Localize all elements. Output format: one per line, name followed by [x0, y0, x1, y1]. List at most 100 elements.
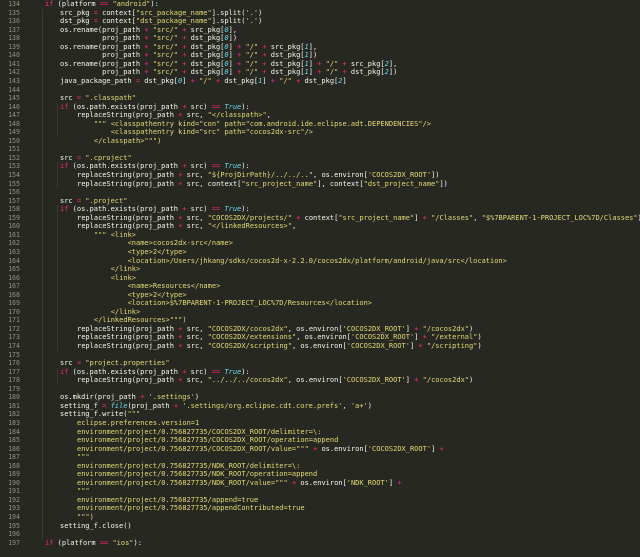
code-line[interactable]: 158 if (os.path.exists(proj_path + src) =…	[0, 205, 640, 214]
code-line[interactable]: 183 eclipse.preferences.version=1	[0, 419, 640, 428]
code-token: )	[258, 17, 263, 26]
code-line[interactable]: 155 replaceString(proj_path + src, contex…	[0, 180, 640, 189]
code-line[interactable]: 178 replaceString(proj_path + src, "../..…	[0, 376, 640, 385]
code-token: src,	[182, 376, 208, 385]
code-token: src	[60, 94, 77, 103]
code-line[interactable]: 172 replaceString(proj_path + src, "COCOS…	[0, 325, 640, 334]
code-token: dst_pkg[	[266, 59, 305, 68]
code-token: "COCOS2DX/extensions"	[207, 333, 297, 342]
line-number: 151	[8, 145, 20, 154]
code-line[interactable]: 151	[0, 145, 640, 154]
code-line[interactable]: 192 environment/project/0.756827735/appen…	[0, 496, 640, 505]
code-token: (os.path.exists(proj_path	[68, 102, 183, 111]
code-token: </link>	[77, 307, 141, 316]
code-line[interactable]: 188 environment/project/0.756827735/NDK_R…	[0, 462, 640, 471]
code-line[interactable]: 161 """ <link>	[0, 231, 640, 240]
code-line[interactable]: 149 <classpathentry kind="src" path="coc…	[0, 128, 640, 137]
code-line[interactable]: 142 proj_path + "src/" + dst_pkg[0] + "/…	[0, 68, 640, 77]
code-editor[interactable]: 134 if (platform == "android"): 135 src_pkg…	[0, 0, 640, 557]
code-line[interactable]: 186 environment/project/0.756827735/COCOS…	[0, 445, 640, 454]
code-line[interactable]: 157 src = ".project"	[0, 197, 640, 206]
code-line[interactable]: 148 """ <classpathentry kind="con" path=…	[0, 120, 640, 129]
code-line[interactable]: 159 replaceString(proj_path + src, "COCOS…	[0, 214, 640, 223]
code-line[interactable]: 141 os.rename(proj_path + "src/" + dst_pk…	[0, 60, 640, 69]
code-line[interactable]: 187 """	[0, 453, 640, 462]
code-line[interactable]: 144	[0, 86, 640, 95]
code-line[interactable]: 194 """)	[0, 513, 640, 522]
code-line[interactable]: 181 setting_f = file(proj_path + '.settin…	[0, 402, 640, 411]
code-line[interactable]: 165 </link>	[0, 265, 640, 274]
code-line[interactable]: 160 replaceString(proj_path + src, "</lin…	[0, 222, 640, 231]
code-line[interactable]: 175	[0, 351, 640, 360]
code-line[interactable]: 152 src = ".cproject"	[0, 154, 640, 163]
code-token: setting_f.close()	[60, 521, 132, 530]
code-line[interactable]: 135 src_pkg = context["src_package_name"]…	[0, 9, 640, 18]
code-line[interactable]: 197 if (platform == "ios"):	[0, 539, 640, 548]
code-line[interactable]: 166 <link>	[0, 274, 640, 283]
code-line[interactable]: 146 if (os.path.exists(proj_path + src) =…	[0, 103, 640, 112]
code-area[interactable]: 134 if (platform == "android"): 135 src_pkg…	[0, 0, 640, 557]
code-line[interactable]: 191 """	[0, 487, 640, 496]
code-line[interactable]: 176 src = "project.properties"	[0, 359, 640, 368]
line-number: 166	[8, 273, 20, 282]
code-line[interactable]: 170 </link>	[0, 308, 640, 317]
code-line[interactable]: 134 if (platform == "android"):	[0, 0, 640, 9]
code-token: (os.path.exists(proj_path	[68, 162, 183, 171]
code-line[interactable]: 150 </classpath>""")	[0, 137, 640, 146]
line-content: <classpathentry kind="src" path="cocos2d…	[77, 128, 313, 137]
code-line[interactable]: 174 replaceString(proj_path + src, "COCOS…	[0, 342, 640, 351]
line-number: 183	[8, 418, 20, 427]
code-line[interactable]: 138 proj_path + "src/" + dst_pkg[0])	[0, 34, 640, 43]
code-line[interactable]: 185 environment/project/0.756827735/COCOS…	[0, 436, 640, 445]
code-line[interactable]: 162 <name>cocos2dx-src</name>	[0, 239, 640, 248]
code-line[interactable]: 173 replaceString(proj_path + src, "COCOS…	[0, 333, 640, 342]
code-line[interactable]: 169 <location>$%7BPARENT-1-PROJECT_LOC%7…	[0, 299, 640, 308]
code-line[interactable]: 184 environment/project/0.756827735/COCOS…	[0, 428, 640, 437]
line-number: 164	[8, 256, 20, 265]
code-token: 'COCOS2DX_ROOT'	[346, 342, 410, 350]
line-number: 141	[8, 59, 20, 68]
code-line[interactable]: 163 <type>2</type>	[0, 248, 640, 257]
code-token: )	[477, 342, 482, 350]
code-line[interactable]: 145 src = ".classpath"	[0, 94, 640, 103]
code-line[interactable]: 147 replaceString(proj_path + src, "</cla…	[0, 111, 640, 120]
code-line[interactable]: 195 setting_f.close()	[0, 522, 640, 531]
code-token: proj_path	[60, 68, 145, 77]
code-line[interactable]: 193 environment/project/0.756827735/appen…	[0, 504, 640, 513]
code-line[interactable]: 179	[0, 385, 640, 394]
code-token: "src/"	[152, 25, 179, 34]
code-token: ],	[388, 59, 398, 68]
code-line[interactable]: 180 os.mkdir(proj_path + '.settings')	[0, 393, 640, 402]
code-line[interactable]: 139 os.rename(proj_path + "src/" + dst_pk…	[0, 43, 640, 52]
code-token: "COCOS2DX/cocos2dx"	[207, 324, 288, 333]
code-token: ])	[431, 171, 440, 179]
line-content: </linkedResources>""")	[77, 316, 187, 325]
code-token: '.settings/org.eclipse.cdt.core.prefs'	[182, 401, 343, 410]
code-line[interactable]: 177 if (os.path.exists(proj_path + src) =…	[0, 368, 640, 377]
code-line[interactable]: 196	[0, 530, 640, 539]
code-line[interactable]: 136 dst_pkg = context["dst_package_name"]…	[0, 17, 640, 26]
code-token: dst_pkg[	[186, 34, 225, 43]
code-token: "/"	[245, 68, 259, 77]
code-line[interactable]: 140 proj_path + "src/" + dst_pkg[0] + "/…	[0, 51, 640, 60]
code-line[interactable]: 182 setting_f.write("""	[0, 410, 640, 419]
code-token: "/"	[325, 59, 339, 68]
code-line[interactable]: 153 if (os.path.exists(proj_path + src) =…	[0, 162, 640, 171]
code-line[interactable]: 189 environment/project/0.756827735/NDK_R…	[0, 470, 640, 479]
code-line[interactable]: 164 <location>/Users/jhkang/sdks/cocos2d…	[0, 257, 640, 266]
code-token: """	[77, 487, 90, 496]
code-line[interactable]: 171 </linkedResources>""")	[0, 316, 640, 325]
code-line[interactable]: 167 <name>Resources</name>	[0, 282, 640, 291]
code-token: ):	[241, 367, 250, 376]
code-line[interactable]: 156	[0, 188, 640, 197]
code-line[interactable]: 190 environment/project/0.756827735/NDK_R…	[0, 479, 640, 488]
code-token: setting_f.write(	[60, 410, 128, 419]
line-number: 189	[8, 470, 20, 479]
line-number: 157	[8, 196, 20, 205]
line-number: 162	[8, 239, 20, 248]
code-line[interactable]: 168 <type>2</type>	[0, 291, 640, 300]
code-line[interactable]: 143 java_package_path = dst_pkg[0] + "/" …	[0, 77, 640, 86]
code-line[interactable]: 137 os.rename(proj_path + "src/" + src_pk…	[0, 26, 640, 35]
code-line[interactable]: 154 replaceString(proj_path + src, "${Pro…	[0, 171, 640, 180]
code-token: <link>	[77, 273, 137, 282]
